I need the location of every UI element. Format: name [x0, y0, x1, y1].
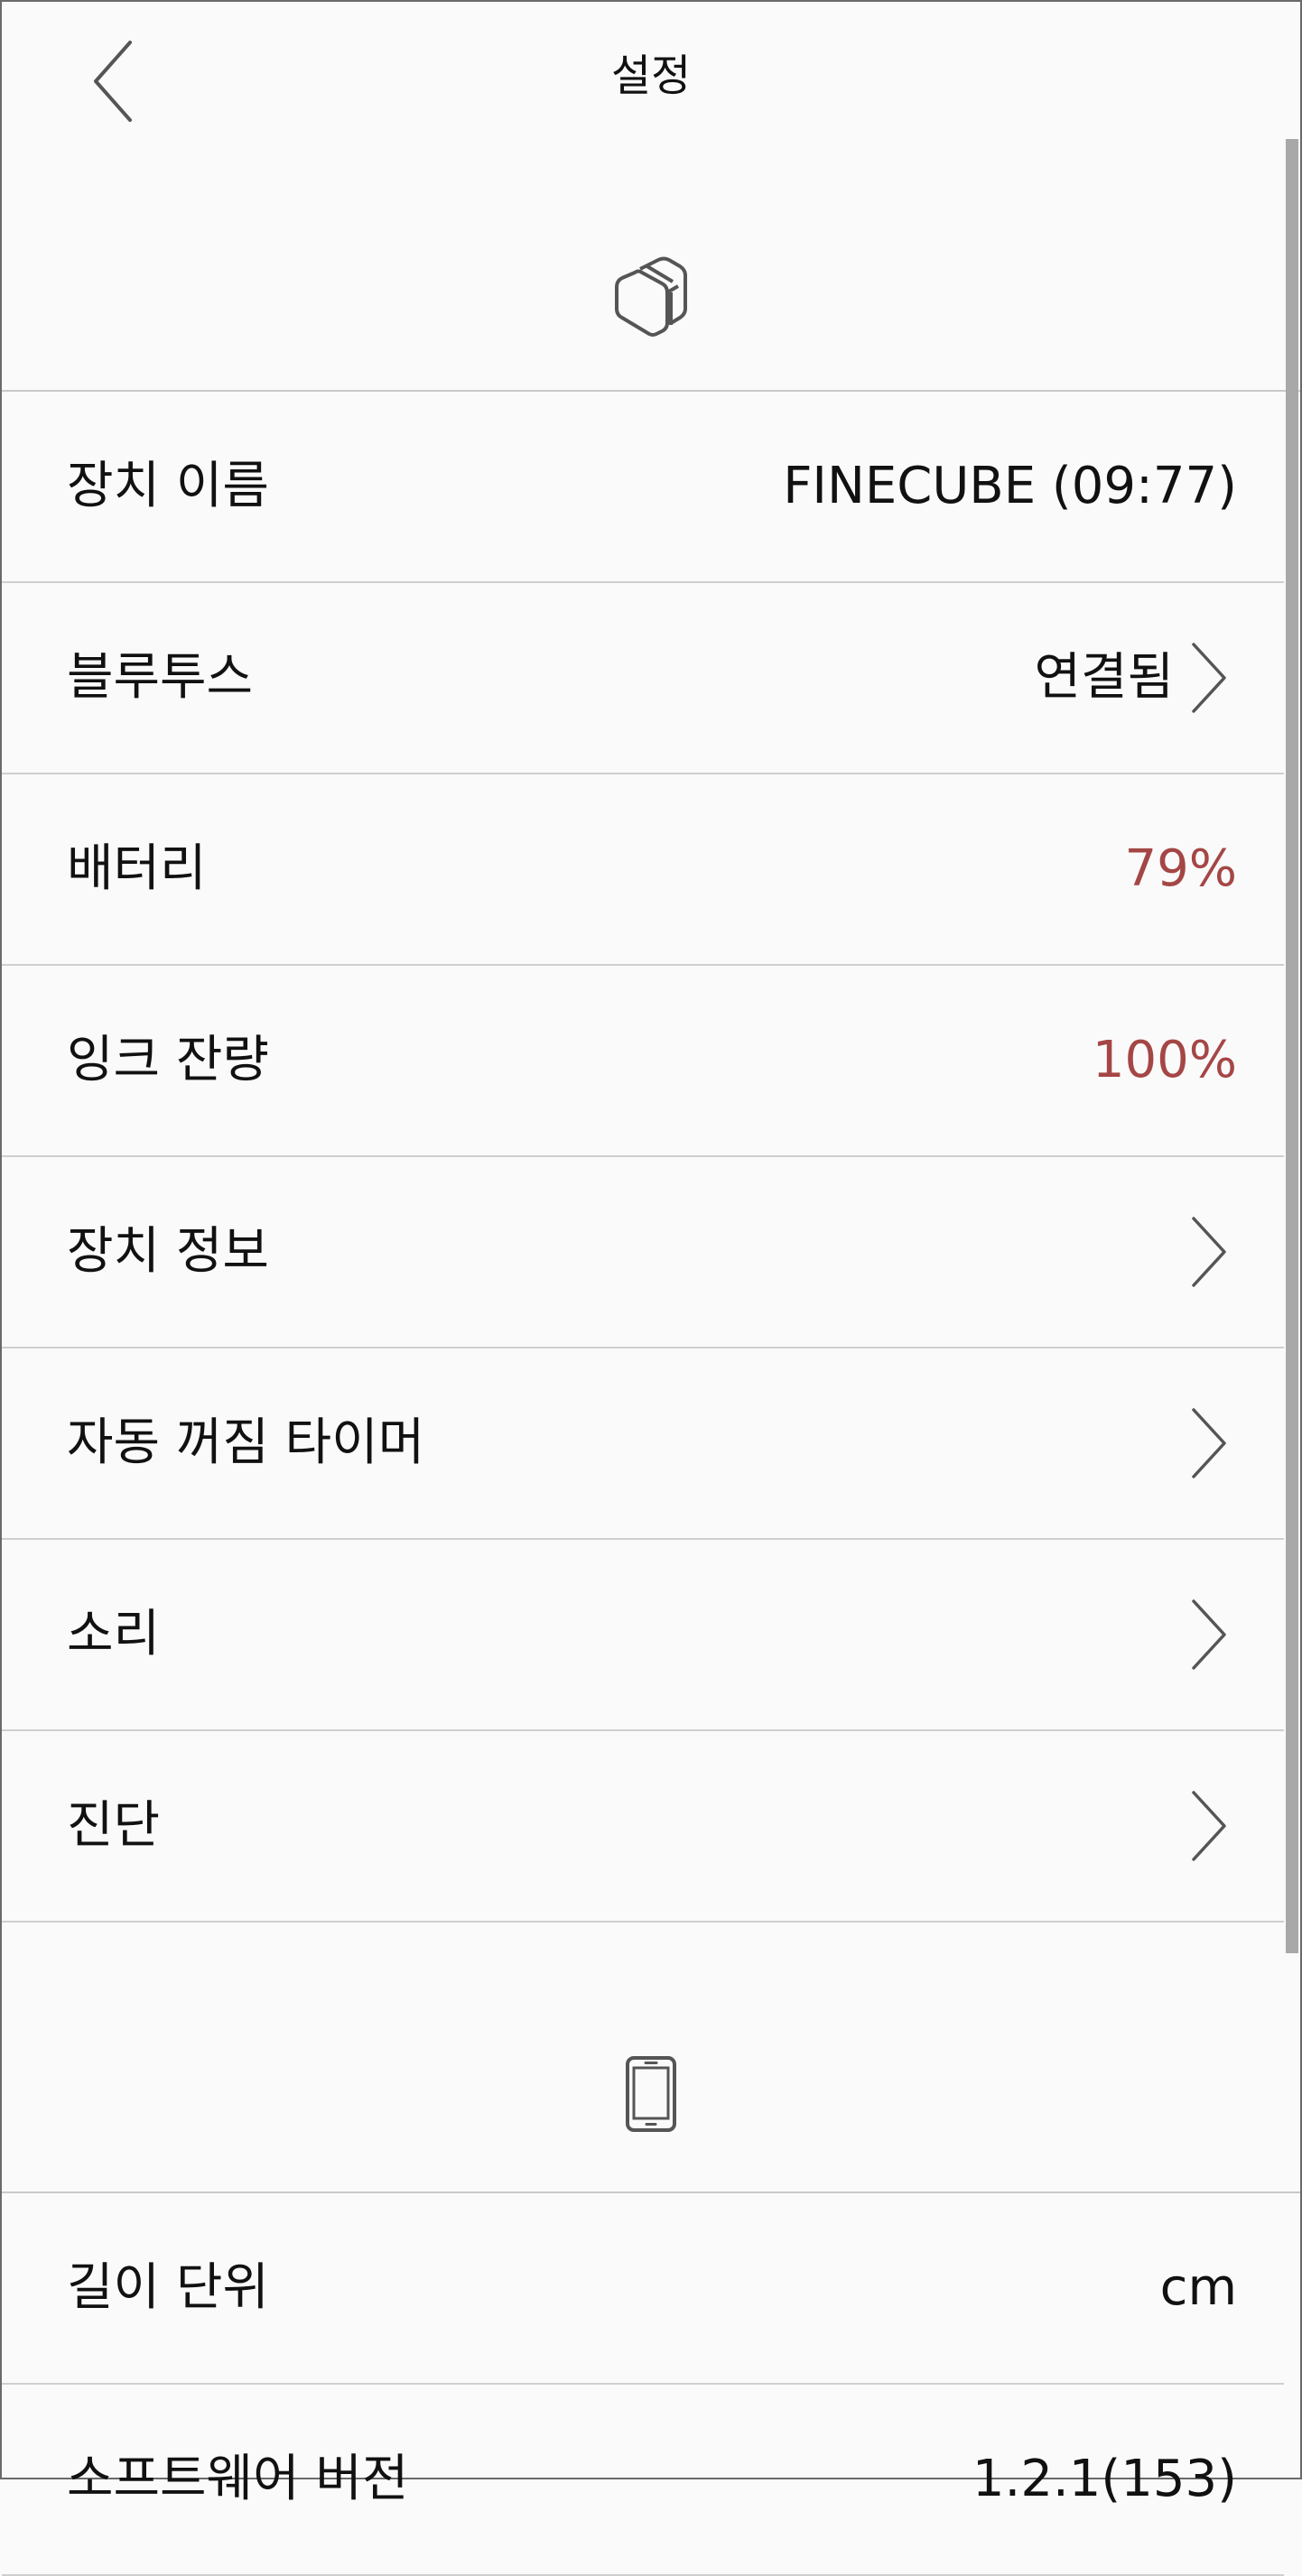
diagnostics-label: 진단: [67, 1796, 161, 1855]
chevron-right-icon: [1192, 1791, 1226, 1861]
ink-level-row: 잉크 잔량 100%: [2, 966, 1284, 1157]
bluetooth-row[interactable]: 블루투스 연결됨: [2, 583, 1284, 774]
chevron-right-icon: [1192, 1599, 1226, 1670]
length-unit-value: cm: [1159, 2258, 1237, 2317]
smartphone-icon: [626, 2056, 676, 2132]
scrollbar[interactable]: [1286, 139, 1298, 1953]
device-info-label: 장치 정보: [67, 1222, 269, 1281]
chevron-right-icon: [1192, 1217, 1226, 1287]
battery-label: 배터리: [67, 839, 207, 898]
auto-off-timer-row[interactable]: 자동 꺼짐 타이머: [2, 1348, 1284, 1540]
ink-level-value: 100%: [1092, 1031, 1237, 1089]
app-section-header: [2, 2056, 1300, 2132]
length-unit-label: 길이 단위: [67, 2258, 269, 2317]
printer-cube-icon: [615, 256, 687, 337]
software-version-label: 소프트웨어 버전: [67, 2450, 409, 2508]
page-title: 설정: [610, 51, 692, 101]
device-name-label: 장치 이름: [67, 457, 269, 515]
diagnostics-row[interactable]: 진단: [2, 1731, 1284, 1923]
device-info-row[interactable]: 장치 정보: [2, 1157, 1284, 1348]
auto-off-timer-label: 자동 꺼짐 타이머: [67, 1413, 425, 1472]
software-version-row: 소프트웨어 버전 1.2.1(153): [2, 2385, 1284, 2576]
battery-value: 79%: [1124, 839, 1237, 898]
software-version-value: 1.2.1(153): [972, 2450, 1237, 2508]
bluetooth-label: 블루투스: [67, 648, 254, 707]
device-name-value: FINECUBE (09:77): [783, 457, 1237, 515]
device-name-row[interactable]: 장치 이름 FINECUBE (09:77): [2, 392, 1284, 583]
ink-level-label: 잉크 잔량: [67, 1031, 269, 1089]
device-section-header: [2, 256, 1300, 338]
chevron-right-icon: [1192, 643, 1226, 713]
bluetooth-status: 연결됨: [1034, 648, 1174, 707]
top-bar: 설정: [2, 2, 1300, 146]
sound-label: 소리: [67, 1605, 161, 1663]
sound-row[interactable]: 소리: [2, 1540, 1284, 1731]
battery-row: 배터리 79%: [2, 774, 1284, 966]
chevron-right-icon: [1192, 1408, 1226, 1478]
length-unit-row[interactable]: 길이 단위 cm: [2, 2193, 1284, 2385]
